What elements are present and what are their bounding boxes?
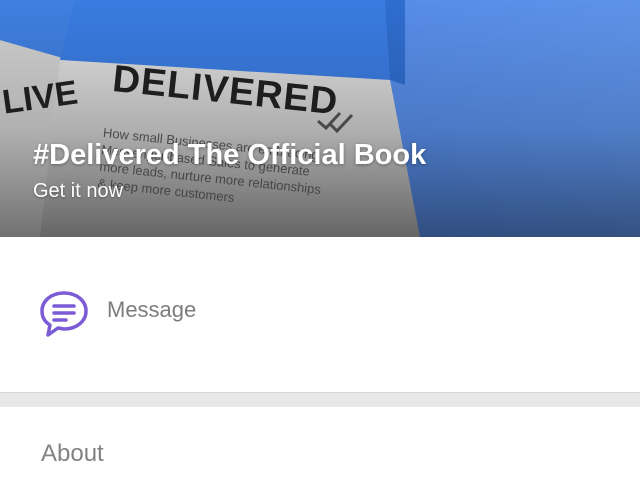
banner-title: #Delivered The Official Book — [33, 139, 427, 171]
chat-bubble-icon[interactable] — [39, 290, 89, 338]
banner-subtitle[interactable]: Get it now — [33, 180, 426, 203]
section-divider — [0, 392, 640, 408]
promo-banner[interactable]: DELIVERED LIVE How small Businesses are … — [0, 0, 640, 237]
message-action-row[interactable] — [0, 237, 640, 392]
banner-caption: #Delivered The Official Book Get it now — [33, 139, 426, 203]
about-heading: About — [41, 440, 104, 467]
message-button-label[interactable]: Message — [107, 297, 196, 323]
